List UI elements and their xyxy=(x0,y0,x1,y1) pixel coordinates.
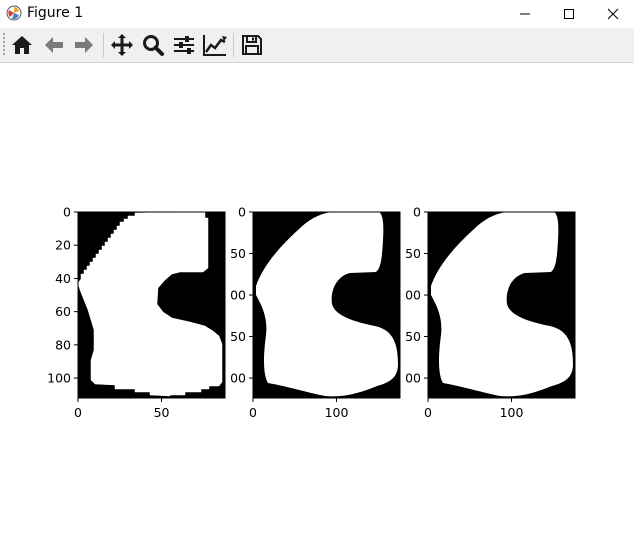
configure-subplots-button[interactable] xyxy=(170,31,198,59)
matplotlib-logo-icon xyxy=(6,5,22,21)
navigation-toolbar xyxy=(0,28,634,63)
y-tick-label: 00 xyxy=(405,288,421,303)
window-title: Figure 1 xyxy=(27,5,84,21)
y-tick-label: 20 xyxy=(55,238,71,253)
home-icon xyxy=(12,36,32,54)
save-button[interactable] xyxy=(238,31,266,59)
minimize-icon xyxy=(520,13,530,15)
minimize-button[interactable] xyxy=(502,0,548,28)
y-tick-label: 50 xyxy=(405,329,421,344)
x-tick-label: 0 xyxy=(74,405,82,420)
home-button[interactable] xyxy=(8,31,36,59)
x-tick-label: 0 xyxy=(424,405,432,420)
back-button[interactable] xyxy=(40,31,68,59)
x-tick-label: 50 xyxy=(154,405,170,420)
toolbar-separator xyxy=(233,33,234,57)
close-button[interactable] xyxy=(590,0,634,28)
y-tick-label: 0 xyxy=(413,205,421,220)
y-tick-label: 50 xyxy=(230,246,246,261)
forward-icon xyxy=(75,37,93,53)
y-tick-label: 50 xyxy=(405,246,421,261)
save-icon xyxy=(242,35,262,55)
forward-button[interactable] xyxy=(70,31,98,59)
edit-axes-icon xyxy=(203,35,227,56)
y-tick-label: 40 xyxy=(55,271,71,286)
subplot-2 xyxy=(252,211,401,399)
y-tick-label: 100 xyxy=(47,371,71,386)
y-tick-label: 0 xyxy=(238,205,246,220)
close-icon xyxy=(607,8,619,20)
toolbar-separator xyxy=(103,33,104,57)
subplot-1 xyxy=(77,211,226,399)
back-icon xyxy=(45,37,63,53)
subplot-3 xyxy=(427,211,576,399)
figure-canvas[interactable]: 0204060801000 500500050000 1000500050000 10… xyxy=(0,63,634,539)
zoom-icon xyxy=(143,35,164,56)
x-tick-label: 0 xyxy=(249,405,257,420)
maximize-icon xyxy=(564,9,574,19)
zoom-button[interactable] xyxy=(139,31,167,59)
x-tick-label: 100 xyxy=(325,405,349,420)
y-tick-label: 00 xyxy=(230,288,246,303)
pan-button[interactable] xyxy=(108,31,136,59)
y-tick-label: 00 xyxy=(230,371,246,386)
subplots-icon xyxy=(174,36,194,54)
toolbar-grip-icon[interactable] xyxy=(3,32,6,58)
edit-axes-button[interactable] xyxy=(201,31,229,59)
x-tick-label: 100 xyxy=(500,405,524,420)
pan-icon xyxy=(111,34,133,56)
y-tick-label: 60 xyxy=(55,304,71,319)
y-tick-label: 0 xyxy=(63,205,71,220)
title-bar: Figure 1 xyxy=(0,0,634,28)
y-tick-label: 50 xyxy=(230,329,246,344)
y-tick-label: 80 xyxy=(55,337,71,352)
y-tick-label: 00 xyxy=(405,371,421,386)
maximize-button[interactable] xyxy=(546,0,592,28)
